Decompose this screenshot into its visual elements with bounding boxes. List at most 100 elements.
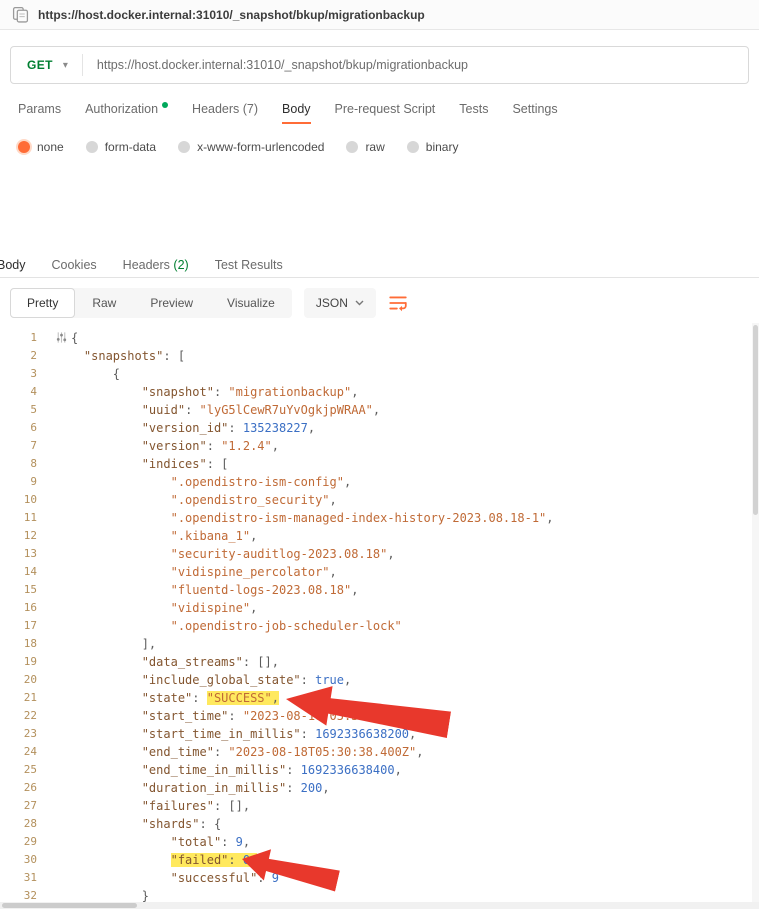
line-number: 2 — [0, 347, 55, 365]
code-line: 7 "version": "1.2.4", — [0, 437, 759, 455]
radio-icon — [178, 141, 190, 153]
line-number: 5 — [0, 401, 55, 419]
tab-params[interactable]: Params — [18, 102, 61, 116]
horizontal-scrollbar-thumb[interactable] — [2, 903, 137, 908]
code-line: 5 "uuid": "lyG5lCewR7uYvOgkjpWRAA", — [0, 401, 759, 419]
body-mode-urlencoded[interactable]: x-www-form-urlencoded — [178, 140, 324, 154]
line-number: 16 — [0, 599, 55, 617]
response-view-toolbar: Pretty Raw Preview Visualize JSON — [10, 288, 408, 318]
line-number: 20 — [0, 671, 55, 689]
code-line: 24 "end_time": "2023-08-18T05:30:38.400Z… — [0, 743, 759, 761]
vertical-scrollbar[interactable] — [752, 323, 759, 902]
line-number: 15 — [0, 581, 55, 599]
line-number: 7 — [0, 437, 55, 455]
line-number: 11 — [0, 509, 55, 527]
code-line: 1{ — [0, 329, 759, 347]
radio-selected-icon — [18, 141, 30, 153]
view-mode-segment: Pretty Raw Preview Visualize — [10, 288, 292, 318]
filter-sliders-icon[interactable] — [55, 331, 68, 344]
code-line: 10 ".opendistro_security", — [0, 491, 759, 509]
horizontal-scrollbar[interactable] — [0, 902, 759, 909]
code-line: 13 "security-auditlog-2023.08.18", — [0, 545, 759, 563]
line-number: 26 — [0, 779, 55, 797]
radio-icon — [86, 141, 98, 153]
line-number: 10 — [0, 491, 55, 509]
request-tab-bar: https://host.docker.internal:31010/_snap… — [0, 0, 759, 30]
view-mode-visualize[interactable]: Visualize — [210, 288, 292, 318]
code-line: 2 "snapshots": [ — [0, 347, 759, 365]
tab-headers[interactable]: Headers (7) — [192, 102, 258, 116]
line-number: 27 — [0, 797, 55, 815]
tab-settings[interactable]: Settings — [512, 102, 557, 116]
code-line: 31 "successful": 9 — [0, 869, 759, 887]
line-number: 13 — [0, 545, 55, 563]
line-number: 9 — [0, 473, 55, 491]
format-dropdown[interactable]: JSON — [304, 288, 376, 318]
body-mode-binary[interactable]: binary — [407, 140, 459, 154]
code-line: 4 "snapshot": "migrationbackup", — [0, 383, 759, 401]
tab-authorization[interactable]: Authorization — [85, 102, 168, 116]
tab-pre-request-script[interactable]: Pre-request Script — [335, 102, 436, 116]
wrap-lines-icon[interactable] — [388, 293, 408, 313]
vertical-scrollbar-thumb[interactable] — [753, 325, 758, 515]
url-builder: GET ▾ https://host.docker.internal:31010… — [10, 46, 749, 84]
line-number: 18 — [0, 635, 55, 653]
chevron-down-icon[interactable]: ▾ — [63, 60, 82, 71]
tab-tests[interactable]: Tests — [459, 102, 488, 116]
method-selector[interactable]: GET — [11, 58, 63, 72]
code-line: 12 ".kibana_1", — [0, 527, 759, 545]
line-number: 3 — [0, 365, 55, 383]
code-line: 23 "start_time_in_millis": 1692336638200… — [0, 725, 759, 743]
line-number: 12 — [0, 527, 55, 545]
http-request-icon — [12, 6, 29, 23]
line-number: 31 — [0, 869, 55, 887]
response-tab-headers[interactable]: Headers (2) — [123, 258, 189, 272]
view-mode-pretty[interactable]: Pretty — [10, 288, 75, 318]
line-number: 25 — [0, 761, 55, 779]
chevron-down-icon — [355, 300, 364, 306]
response-tab-body[interactable]: Body — [0, 258, 26, 272]
view-mode-preview[interactable]: Preview — [133, 288, 210, 318]
response-tab-test-results[interactable]: Test Results — [215, 258, 283, 272]
code-line: 29 "total": 9, — [0, 833, 759, 851]
code-line: 14 "vidispine_percolator", — [0, 563, 759, 581]
line-number: 4 — [0, 383, 55, 401]
postman-window: https://host.docker.internal:31010/_snap… — [0, 0, 759, 909]
code-line: 6 "version_id": 135238227, — [0, 419, 759, 437]
body-mode-none[interactable]: none — [18, 140, 64, 154]
code-line: 9 ".opendistro-ism-config", — [0, 473, 759, 491]
code-line: 16 "vidispine", — [0, 599, 759, 617]
tab-body[interactable]: Body — [282, 102, 311, 116]
body-mode-none-label: none — [37, 140, 64, 154]
response-headers-count: (2) — [173, 258, 188, 272]
code-line: 8 "indices": [ — [0, 455, 759, 473]
response-body-viewer[interactable]: 1{2 "snapshots": [3 {4 "snapshot": "migr… — [0, 323, 759, 909]
code-line: 20 "include_global_state": true, — [0, 671, 759, 689]
body-mode-urlencoded-label: x-www-form-urlencoded — [197, 140, 324, 154]
url-input[interactable]: https://host.docker.internal:31010/_snap… — [97, 58, 468, 72]
line-number: 17 — [0, 617, 55, 635]
code-line: 19 "data_streams": [], — [0, 653, 759, 671]
view-mode-raw[interactable]: Raw — [75, 288, 133, 318]
response-tabs: Body Cookies Headers (2) Test Results — [0, 254, 283, 276]
response-tab-cookies[interactable]: Cookies — [52, 258, 97, 272]
code-line: 18 ], — [0, 635, 759, 653]
body-mode-options: none form-data x-www-form-urlencoded raw… — [18, 136, 458, 158]
body-mode-form-data[interactable]: form-data — [86, 140, 156, 154]
body-mode-raw[interactable]: raw — [346, 140, 384, 154]
code-line: 21 "state": "SUCCESS", — [0, 689, 759, 707]
request-tab-title[interactable]: https://host.docker.internal:31010/_snap… — [38, 8, 425, 22]
body-mode-binary-label: binary — [426, 140, 459, 154]
response-tab-headers-label: Headers — [123, 258, 170, 272]
divider — [82, 54, 83, 76]
line-number: 23 — [0, 725, 55, 743]
line-number: 1 — [0, 329, 55, 347]
code-line: 11 ".opendistro-ism-managed-index-histor… — [0, 509, 759, 527]
auth-status-dot — [162, 102, 168, 108]
line-number: 24 — [0, 743, 55, 761]
code-line: 30 "failed": 0, — [0, 851, 759, 869]
code-line: 28 "shards": { — [0, 815, 759, 833]
code-lines: 1{2 "snapshots": [3 {4 "snapshot": "migr… — [0, 329, 759, 905]
code-line: 15 "fluentd-logs-2023.08.18", — [0, 581, 759, 599]
body-mode-form-data-label: form-data — [105, 140, 156, 154]
